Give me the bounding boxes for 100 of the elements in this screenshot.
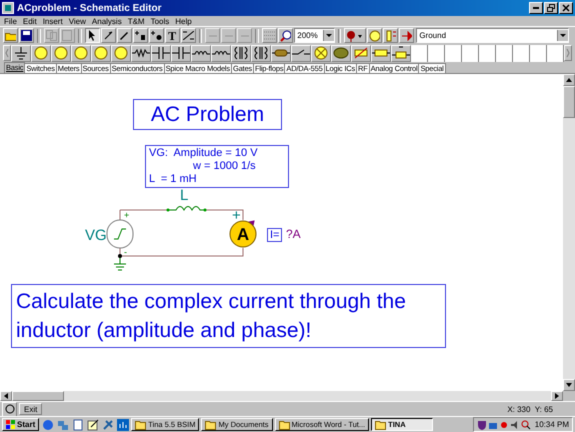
pin-button[interactable] xyxy=(148,28,164,43)
grid-button[interactable] xyxy=(262,28,278,43)
pointer-button[interactable] xyxy=(84,28,100,43)
text-tool-button[interactable]: T xyxy=(164,28,180,43)
scrollbar-thumb[interactable] xyxy=(563,86,575,118)
globe-icon[interactable] xyxy=(42,418,54,430)
flip-button[interactable] xyxy=(180,28,196,43)
scroll-left-icon[interactable] xyxy=(0,391,12,401)
palette-component-button[interactable] xyxy=(191,44,212,62)
palette-component-button[interactable] xyxy=(211,44,232,62)
voltage-source-symbol xyxy=(106,220,134,248)
transformer-icon xyxy=(252,46,270,60)
vertical-scrollbar[interactable] xyxy=(563,74,575,391)
notepad-icon[interactable] xyxy=(87,418,100,430)
source-minus-label: - xyxy=(124,247,127,257)
zoom-button[interactable] xyxy=(278,28,294,43)
component-dropdown[interactable]: Ground xyxy=(416,28,569,43)
ground-symbol xyxy=(114,254,126,270)
palette-component-button[interactable] xyxy=(171,44,192,62)
windows-logo-icon xyxy=(6,420,15,429)
meter-value: ?A xyxy=(286,227,301,241)
copy-button[interactable] xyxy=(44,28,59,43)
probe-button[interactable] xyxy=(344,28,366,43)
horizontal-scrollbar[interactable] xyxy=(0,391,563,401)
pin-icon xyxy=(150,31,162,40)
minimize-button[interactable] xyxy=(529,2,543,14)
label-icon xyxy=(134,31,146,40)
task-text-box: Calculate the complex current through the inductor (amplitude and phase)! xyxy=(11,284,446,348)
flip-icon xyxy=(182,31,194,40)
pen-button[interactable] xyxy=(116,28,132,43)
menu-item[interactable]: T&M xyxy=(128,16,145,26)
save-button[interactable] xyxy=(19,28,34,43)
exit-button[interactable]: Exit xyxy=(19,403,42,415)
scroll-right-icon[interactable] xyxy=(551,391,563,401)
palette-component-button[interactable] xyxy=(291,44,312,62)
palette-component-button[interactable] xyxy=(271,44,292,62)
document-icon[interactable] xyxy=(72,418,84,430)
close-button[interactable] xyxy=(559,2,573,14)
label-button[interactable] xyxy=(132,28,148,43)
status-tool-button[interactable] xyxy=(2,402,17,416)
dot-icon[interactable] xyxy=(498,420,509,430)
chart-icon[interactable] xyxy=(117,418,130,430)
start-button[interactable]: Start xyxy=(2,418,40,431)
copy-icon xyxy=(46,30,57,41)
palette-component-button[interactable] xyxy=(351,44,372,62)
scroll-up-icon[interactable] xyxy=(563,74,575,86)
meter-icon xyxy=(52,46,70,60)
menu-item[interactable]: Insert xyxy=(42,16,63,26)
meter-icon xyxy=(92,46,110,60)
palette-component-button[interactable] xyxy=(251,44,272,62)
inductor-label: L xyxy=(180,187,188,204)
speaker-icon[interactable] xyxy=(510,420,520,430)
pointer-icon xyxy=(88,30,96,41)
parameter-line: w = 1000 1/s xyxy=(192,160,257,173)
meter-icon xyxy=(112,46,130,60)
palette-component-button[interactable] xyxy=(391,44,412,62)
paste-button[interactable] xyxy=(60,28,75,43)
inductor-symbol xyxy=(166,206,206,212)
scrollbar-thumb[interactable] xyxy=(12,391,64,401)
lamp-icon xyxy=(312,46,330,60)
menu-item[interactable]: Analysis xyxy=(92,16,122,26)
folder-icon xyxy=(278,420,290,430)
zoom-dropdown[interactable]: 200% xyxy=(294,28,335,43)
menu-item[interactable]: View xyxy=(68,16,86,26)
meter-plus-label: + xyxy=(232,207,241,224)
palette-component-button[interactable] xyxy=(151,44,172,62)
marker-button[interactable] xyxy=(399,28,414,43)
menu-item[interactable]: Help xyxy=(175,16,192,26)
palette-component-button[interactable] xyxy=(331,44,352,62)
caret-icon xyxy=(322,30,334,41)
palette-component-button[interactable] xyxy=(11,44,32,62)
scroll-down-icon[interactable] xyxy=(563,379,575,391)
menu-item[interactable]: File xyxy=(4,16,17,26)
wire-icon xyxy=(104,31,113,40)
parameter-line: VG: Amplitude = 10 V xyxy=(149,147,259,160)
ammeter-symbol-label: A xyxy=(236,225,250,244)
tools-icon[interactable] xyxy=(102,418,114,430)
arrow-icon xyxy=(401,30,412,40)
menu-item[interactable]: Tools xyxy=(150,16,170,26)
grid-icon xyxy=(264,31,276,40)
restore-icon xyxy=(547,4,555,12)
circle-icon xyxy=(4,404,14,414)
sensor-icon xyxy=(385,30,396,42)
pen-icon xyxy=(120,31,129,40)
palette-scroll-left[interactable] xyxy=(3,45,12,61)
open-button[interactable] xyxy=(3,28,18,43)
motor-icon xyxy=(332,46,350,60)
wire-button[interactable] xyxy=(100,28,116,43)
palette-component-button[interactable] xyxy=(231,44,252,62)
shield-icon[interactable] xyxy=(476,420,487,430)
restore-button[interactable] xyxy=(544,2,558,14)
palette-component-button[interactable] xyxy=(131,44,152,62)
folder-icon xyxy=(375,420,386,430)
meter-button[interactable] xyxy=(367,28,382,43)
menu-item[interactable]: Edit xyxy=(22,16,37,26)
potentiometer-icon xyxy=(352,46,370,60)
ammeter-symbol xyxy=(230,220,256,248)
magnifier-icon[interactable] xyxy=(520,420,531,430)
sensor-button[interactable] xyxy=(383,28,398,43)
capacitor-icon xyxy=(172,46,190,60)
